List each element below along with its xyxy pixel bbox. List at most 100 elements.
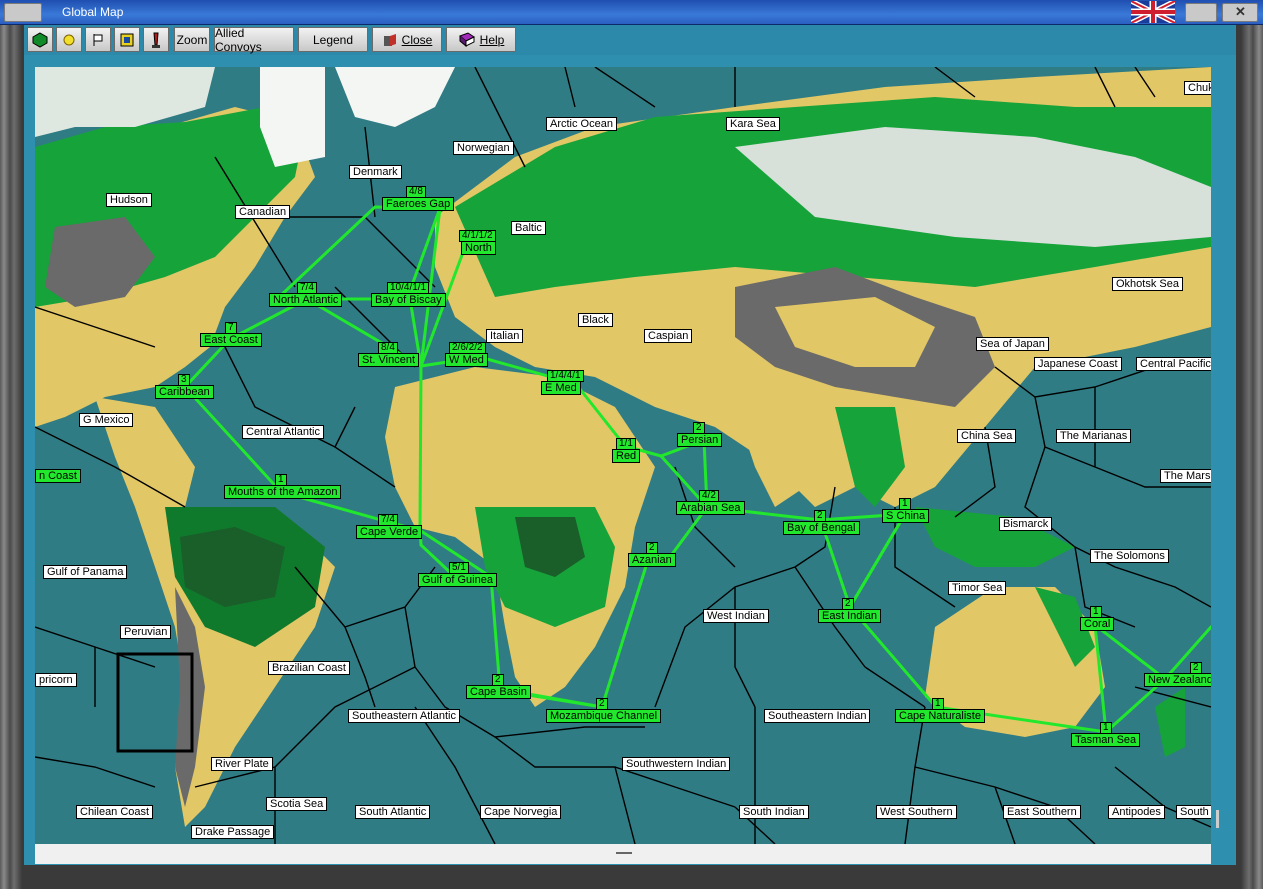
sea-zone-label[interactable]: Antipodes: [1108, 805, 1165, 819]
system-menu-button[interactable]: [4, 3, 42, 22]
sea-zone-label[interactable]: Arctic Ocean: [546, 117, 617, 131]
sea-zone-label[interactable]: River Plate: [211, 757, 273, 771]
convoy-zone-label[interactable]: W Med: [445, 353, 488, 367]
sea-zone-label[interactable]: Chuk: [1184, 81, 1211, 95]
flag-icon: [93, 33, 103, 46]
sea-zone-label[interactable]: West Southern: [876, 805, 957, 819]
sea-zone-label[interactable]: Caspian: [644, 329, 693, 343]
sea-zone-label[interactable]: Brazilian Coast: [268, 661, 350, 675]
sea-zone-label[interactable]: Baltic: [511, 221, 546, 235]
sea-zone-label[interactable]: pricorn: [35, 673, 77, 687]
convoy-zone-label[interactable]: Cape Verde: [356, 525, 423, 539]
units-toggle-button[interactable]: [27, 27, 53, 52]
minimize-button[interactable]: [1185, 3, 1217, 22]
supply-toggle-button[interactable]: [143, 27, 169, 52]
scrollbar-thumb[interactable]: [1216, 810, 1219, 828]
close-button[interactable]: Close: [372, 27, 442, 52]
sea-zone-label[interactable]: Peruvian: [120, 625, 172, 639]
allied-convoys-label: Allied Convoys: [215, 25, 262, 54]
convoy-zone-label[interactable]: S China: [882, 509, 930, 523]
convoy-zone-label[interactable]: n Coast: [35, 469, 81, 483]
legend-button[interactable]: Legend: [298, 27, 368, 52]
convoy-zone-label[interactable]: St. Vincent: [358, 353, 419, 367]
convoy-zone-label[interactable]: East Indian: [818, 609, 882, 623]
help-label: Help: [479, 32, 505, 47]
convoy-zone-label[interactable]: Persian: [677, 433, 723, 447]
grid-toggle-button[interactable]: [114, 27, 140, 52]
flags-toggle-button[interactable]: [85, 27, 111, 52]
sea-zone-label[interactable]: Drake Passage: [191, 825, 275, 839]
weather-toggle-button[interactable]: [56, 27, 82, 52]
sea-zone-label[interactable]: Southwestern Indian: [622, 757, 731, 771]
legend-label: Legend: [312, 32, 354, 47]
zoom-button[interactable]: Zoom: [174, 27, 210, 52]
sea-zone-label[interactable]: Gulf of Panama: [43, 565, 128, 579]
convoy-zone-label[interactable]: Cape Naturaliste: [895, 709, 985, 723]
global-map[interactable]: Chuk Arctic Ocean Kara Sea Norwegian Den…: [35, 67, 1211, 844]
convoy-zone-label[interactable]: Gulf of Guinea: [418, 573, 497, 587]
convoy-zone-label[interactable]: North: [461, 241, 496, 255]
grid-icon: [120, 33, 134, 46]
convoy-zone-label[interactable]: E Med: [541, 381, 581, 395]
sea-zone-label[interactable]: South Atlantic: [355, 805, 431, 819]
pen-icon: [152, 32, 160, 48]
sea-zone-label[interactable]: G Mexico: [79, 413, 134, 427]
convoy-zone-label[interactable]: Tasman Sea: [1071, 733, 1141, 747]
sun-icon: [63, 34, 75, 45]
sea-zone-label[interactable]: The Marianas: [1056, 429, 1132, 443]
sea-zone-label[interactable]: Scotia Sea: [266, 797, 328, 811]
allied-convoys-button[interactable]: Allied Convoys: [214, 25, 294, 54]
x-icon: ✕: [1235, 4, 1246, 19]
sea-zone-label[interactable]: Italian: [486, 329, 524, 343]
sea-zone-label[interactable]: Southeastern Atlantic: [348, 709, 460, 723]
close-label: Close: [401, 32, 433, 47]
sea-zone-label[interactable]: East Southern: [1003, 805, 1081, 819]
resize-grip-icon[interactable]: [616, 852, 632, 854]
convoy-zone-label[interactable]: Azanian: [628, 553, 676, 567]
zoom-label: Zoom: [176, 32, 208, 47]
book-icon: [458, 31, 475, 47]
uk-flag-icon: [1131, 1, 1175, 23]
convoy-zone-label[interactable]: Cape Basin: [466, 685, 531, 699]
convoy-zone-label[interactable]: New Zealand: [1144, 673, 1211, 687]
sea-zone-label[interactable]: Norwegian: [453, 141, 514, 155]
sea-zone-label[interactable]: Central Pacific: [1136, 357, 1211, 371]
sea-zone-label[interactable]: The Solomons: [1090, 549, 1169, 563]
sea-zone-label[interactable]: Hudson: [106, 193, 152, 207]
window-title: Global Map: [62, 5, 124, 19]
convoy-zone-label[interactable]: Bay of Biscay: [371, 293, 446, 307]
sea-zone-label[interactable]: China Sea: [957, 429, 1017, 443]
convoy-zone-label[interactable]: Coral: [1080, 617, 1115, 631]
sea-zone-label[interactable]: Cape Norvegia: [480, 805, 562, 819]
title-bar: Global Map ✕: [0, 0, 1263, 25]
convoy-zone-label[interactable]: East Coast: [200, 333, 262, 347]
window-close-button[interactable]: ✕: [1222, 3, 1258, 22]
sea-zone-label[interactable]: Timor Sea: [948, 581, 1007, 595]
convoy-zone-label[interactable]: Mozambique Channel: [546, 709, 662, 723]
help-button[interactable]: Help: [446, 27, 516, 52]
sea-zone-label[interactable]: Black: [578, 313, 613, 327]
toolbar: Zoom Allied Convoys Legend Close Help: [24, 25, 1236, 55]
sea-zone-label[interactable]: Okhotsk Sea: [1112, 277, 1183, 291]
convoy-zone-label[interactable]: Caribbean: [155, 385, 214, 399]
sea-zone-label[interactable]: Southeastern Indian: [764, 709, 871, 723]
sea-zone-label[interactable]: Bismarck: [999, 517, 1053, 531]
sea-zone-label[interactable]: Denmark: [349, 165, 402, 179]
sea-zone-label[interactable]: South: [1176, 805, 1211, 819]
sea-zone-label[interactable]: Chilean Coast: [76, 805, 154, 819]
convoy-zone-label[interactable]: Faeroes Gap: [382, 197, 455, 211]
sea-zone-label[interactable]: The Marsh: [1160, 469, 1211, 483]
sea-zone-label[interactable]: Canadian: [235, 205, 291, 219]
map-status-bar: [35, 844, 1211, 864]
sea-zone-label[interactable]: Central Atlantic: [242, 425, 324, 439]
sea-zone-label[interactable]: Kara Sea: [726, 117, 780, 131]
sea-zone-label[interactable]: Japanese Coast: [1034, 357, 1122, 371]
sea-zone-label[interactable]: South Indian: [739, 805, 809, 819]
sea-zone-label[interactable]: Sea of Japan: [976, 337, 1049, 351]
convoy-zone-label[interactable]: Arabian Sea: [676, 501, 745, 515]
convoy-zone-label[interactable]: North Atlantic: [269, 293, 343, 307]
convoy-zone-label[interactable]: Bay of Bengal: [783, 521, 860, 535]
convoy-zone-label[interactable]: Mouths of the Amazon: [224, 485, 342, 499]
convoy-zone-label[interactable]: Red: [612, 449, 641, 463]
sea-zone-label[interactable]: West Indian: [703, 609, 769, 623]
